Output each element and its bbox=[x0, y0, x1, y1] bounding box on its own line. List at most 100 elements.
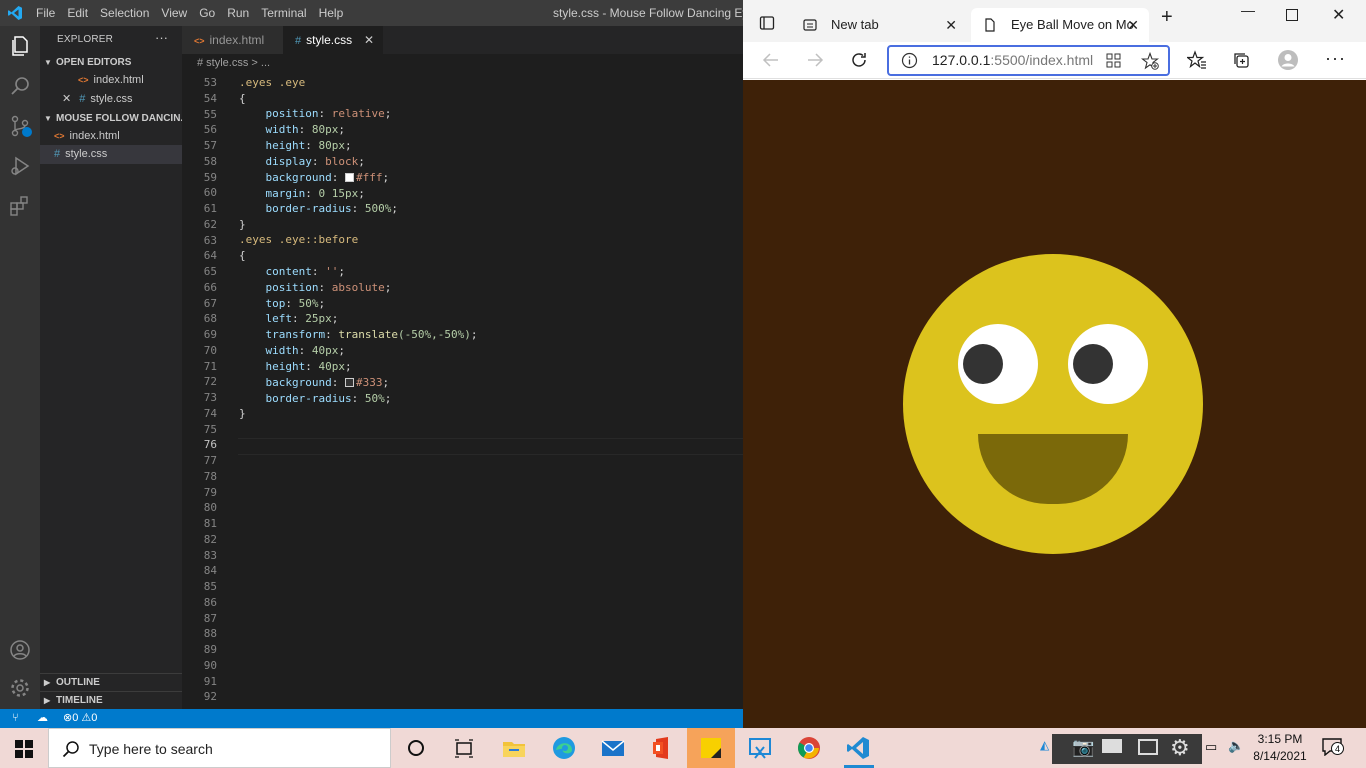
project-folder-section[interactable]: ▼ MOUSE FOLLOW DANCIN... bbox=[40, 110, 182, 128]
branch-icon[interactable]: ⑂ bbox=[12, 709, 19, 728]
browser-tab-label: New tab bbox=[831, 17, 879, 32]
menu-run[interactable]: Run bbox=[221, 0, 255, 26]
battery-icon[interactable]: ▭ bbox=[1205, 739, 1217, 755]
task-view-icon[interactable] bbox=[450, 734, 478, 762]
smiley-face bbox=[903, 254, 1203, 554]
overlay-toolbar: 📷 ⚙ bbox=[1052, 734, 1202, 764]
tab-actions-icon[interactable] bbox=[759, 15, 775, 31]
menu-go[interactable]: Go bbox=[193, 0, 221, 26]
open-editor-index-html[interactable]: <> index.html bbox=[40, 71, 182, 90]
new-tab-plus-icon[interactable]: + bbox=[1161, 6, 1173, 29]
menu-edit[interactable]: Edit bbox=[61, 0, 94, 26]
forward-arrow-icon[interactable] bbox=[805, 50, 825, 70]
menu-terminal[interactable]: Terminal bbox=[255, 0, 312, 26]
file-index-html[interactable]: <> index.html bbox=[40, 127, 182, 146]
menu-help[interactable]: Help bbox=[313, 0, 350, 26]
mail-icon[interactable] bbox=[599, 734, 627, 762]
line-number: 66 bbox=[203, 281, 217, 294]
line-number: 54 bbox=[203, 92, 217, 105]
refresh-icon[interactable] bbox=[849, 50, 869, 70]
settings-more-icon[interactable]: ··· bbox=[1325, 48, 1346, 69]
app-available-icon[interactable] bbox=[1106, 53, 1121, 68]
office-icon[interactable] bbox=[648, 734, 676, 762]
camera-icon[interactable]: 📷 bbox=[1072, 737, 1094, 758]
breadcrumb[interactable]: # style.css > ... bbox=[182, 54, 743, 73]
action-center-icon[interactable]: 4 bbox=[1322, 738, 1346, 758]
chevron-right-icon: ▶ bbox=[44, 678, 51, 687]
browser-tab-new-tab[interactable]: New tab ✕ bbox=[791, 8, 967, 42]
address-bar[interactable]: 127.0.0.1:5500/index.html bbox=[887, 45, 1170, 76]
favorites-icon[interactable] bbox=[1187, 50, 1207, 70]
css-property: left bbox=[265, 312, 293, 325]
code-line: position: absolute; bbox=[265, 281, 392, 294]
color-swatch[interactable] bbox=[344, 378, 354, 387]
code-editor[interactable]: 53 54 55 56 57 58 59 60 61 62 63 64 65 66 67 68 69 70 71 72… bbox=[182, 73, 743, 709]
add-favorite-icon[interactable] bbox=[1141, 52, 1159, 70]
web-page-viewport[interactable] bbox=[743, 80, 1366, 728]
open-editor-style-css[interactable]: ✕ # style.css bbox=[40, 90, 182, 109]
gear-icon[interactable]: ⚙ bbox=[1170, 735, 1190, 761]
code-line: top: 50%; bbox=[265, 297, 326, 310]
close-icon[interactable]: ✕ bbox=[364, 26, 374, 54]
remote-icon[interactable]: ☁ bbox=[37, 709, 48, 728]
browser-tab-active[interactable]: Eye Ball Move on Mo ✕ bbox=[971, 8, 1149, 42]
line-number: 91 bbox=[203, 675, 217, 688]
line-number: 53 bbox=[203, 76, 217, 89]
clock-date: 8/14/2021 bbox=[1253, 749, 1307, 763]
search-icon[interactable] bbox=[8, 74, 32, 98]
css-property: height bbox=[265, 139, 306, 152]
system-clock[interactable]: 3:15 PM 8/14/2021 bbox=[1250, 731, 1310, 765]
more-actions-icon[interactable]: ··· bbox=[155, 30, 168, 45]
info-icon[interactable] bbox=[901, 52, 918, 69]
close-icon[interactable]: ✕ bbox=[945, 8, 957, 42]
source-control-icon[interactable] bbox=[8, 114, 32, 138]
code-line: background: #fff; bbox=[265, 171, 390, 184]
menu-file[interactable]: File bbox=[30, 0, 61, 26]
windows-start-icon[interactable] bbox=[15, 740, 33, 758]
cortana-icon[interactable] bbox=[402, 734, 430, 762]
back-arrow-icon[interactable] bbox=[761, 50, 781, 70]
snipping-tool-icon[interactable] bbox=[746, 734, 774, 762]
settings-gear-icon[interactable] bbox=[8, 676, 32, 700]
file-explorer-icon[interactable] bbox=[500, 734, 528, 762]
file-style-css[interactable]: # style.css bbox=[40, 145, 182, 164]
collections-icon[interactable] bbox=[1231, 50, 1251, 70]
minimize-icon[interactable]: — bbox=[1241, 2, 1255, 18]
brace: } bbox=[239, 407, 246, 420]
explorer-icon[interactable] bbox=[8, 34, 32, 58]
vscode-taskbar-icon[interactable] bbox=[844, 734, 872, 762]
close-icon[interactable]: ✕ bbox=[62, 93, 71, 105]
video-icon[interactable] bbox=[1102, 739, 1122, 753]
account-icon[interactable] bbox=[8, 638, 32, 662]
open-editors-section[interactable]: ▼ OPEN EDITORS bbox=[40, 54, 182, 72]
network-wifi-icon[interactable]: ◭ bbox=[1040, 738, 1049, 752]
sidebar-title: EXPLORER bbox=[57, 34, 114, 45]
line-number: 56 bbox=[203, 123, 217, 136]
image-icon[interactable] bbox=[1138, 739, 1158, 755]
css-value: #fff bbox=[355, 171, 383, 184]
css-selector: .eyes .eye::before bbox=[239, 233, 359, 246]
chrome-icon[interactable] bbox=[795, 734, 823, 762]
sticky-notes-taskbar-item[interactable] bbox=[687, 728, 735, 768]
extensions-icon[interactable] bbox=[8, 194, 32, 218]
volume-icon[interactable]: 🔈 bbox=[1228, 738, 1244, 754]
tab-style-css[interactable]: # style.css ✕ bbox=[283, 26, 383, 54]
close-window-icon[interactable]: ✕ bbox=[1332, 5, 1345, 25]
run-debug-icon[interactable] bbox=[8, 154, 32, 178]
timeline-section[interactable]: ▶ TIMELINE bbox=[40, 691, 182, 709]
vscode-titlebar: File Edit Selection View Go Run Terminal… bbox=[0, 0, 788, 26]
maximize-icon[interactable] bbox=[1286, 9, 1298, 21]
taskbar-search-box[interactable]: Type here to search bbox=[48, 728, 391, 768]
color-swatch[interactable] bbox=[344, 173, 354, 182]
problems-indicator[interactable]: ⊗0 ⚠0 bbox=[63, 709, 97, 728]
url-text[interactable]: 127.0.0.1:5500/index.html bbox=[932, 47, 1093, 74]
tab-index-html[interactable]: <> index.html bbox=[182, 26, 283, 54]
line-number: 92 bbox=[203, 690, 217, 703]
code-line: } bbox=[239, 406, 246, 422]
menu-selection[interactable]: Selection bbox=[94, 0, 155, 26]
edge-browser-icon[interactable] bbox=[550, 734, 578, 762]
menu-view[interactable]: View bbox=[155, 0, 193, 26]
profile-avatar-icon[interactable] bbox=[1277, 49, 1299, 71]
outline-section[interactable]: ▶ OUTLINE bbox=[40, 673, 182, 691]
close-icon[interactable]: ✕ bbox=[1127, 8, 1139, 42]
